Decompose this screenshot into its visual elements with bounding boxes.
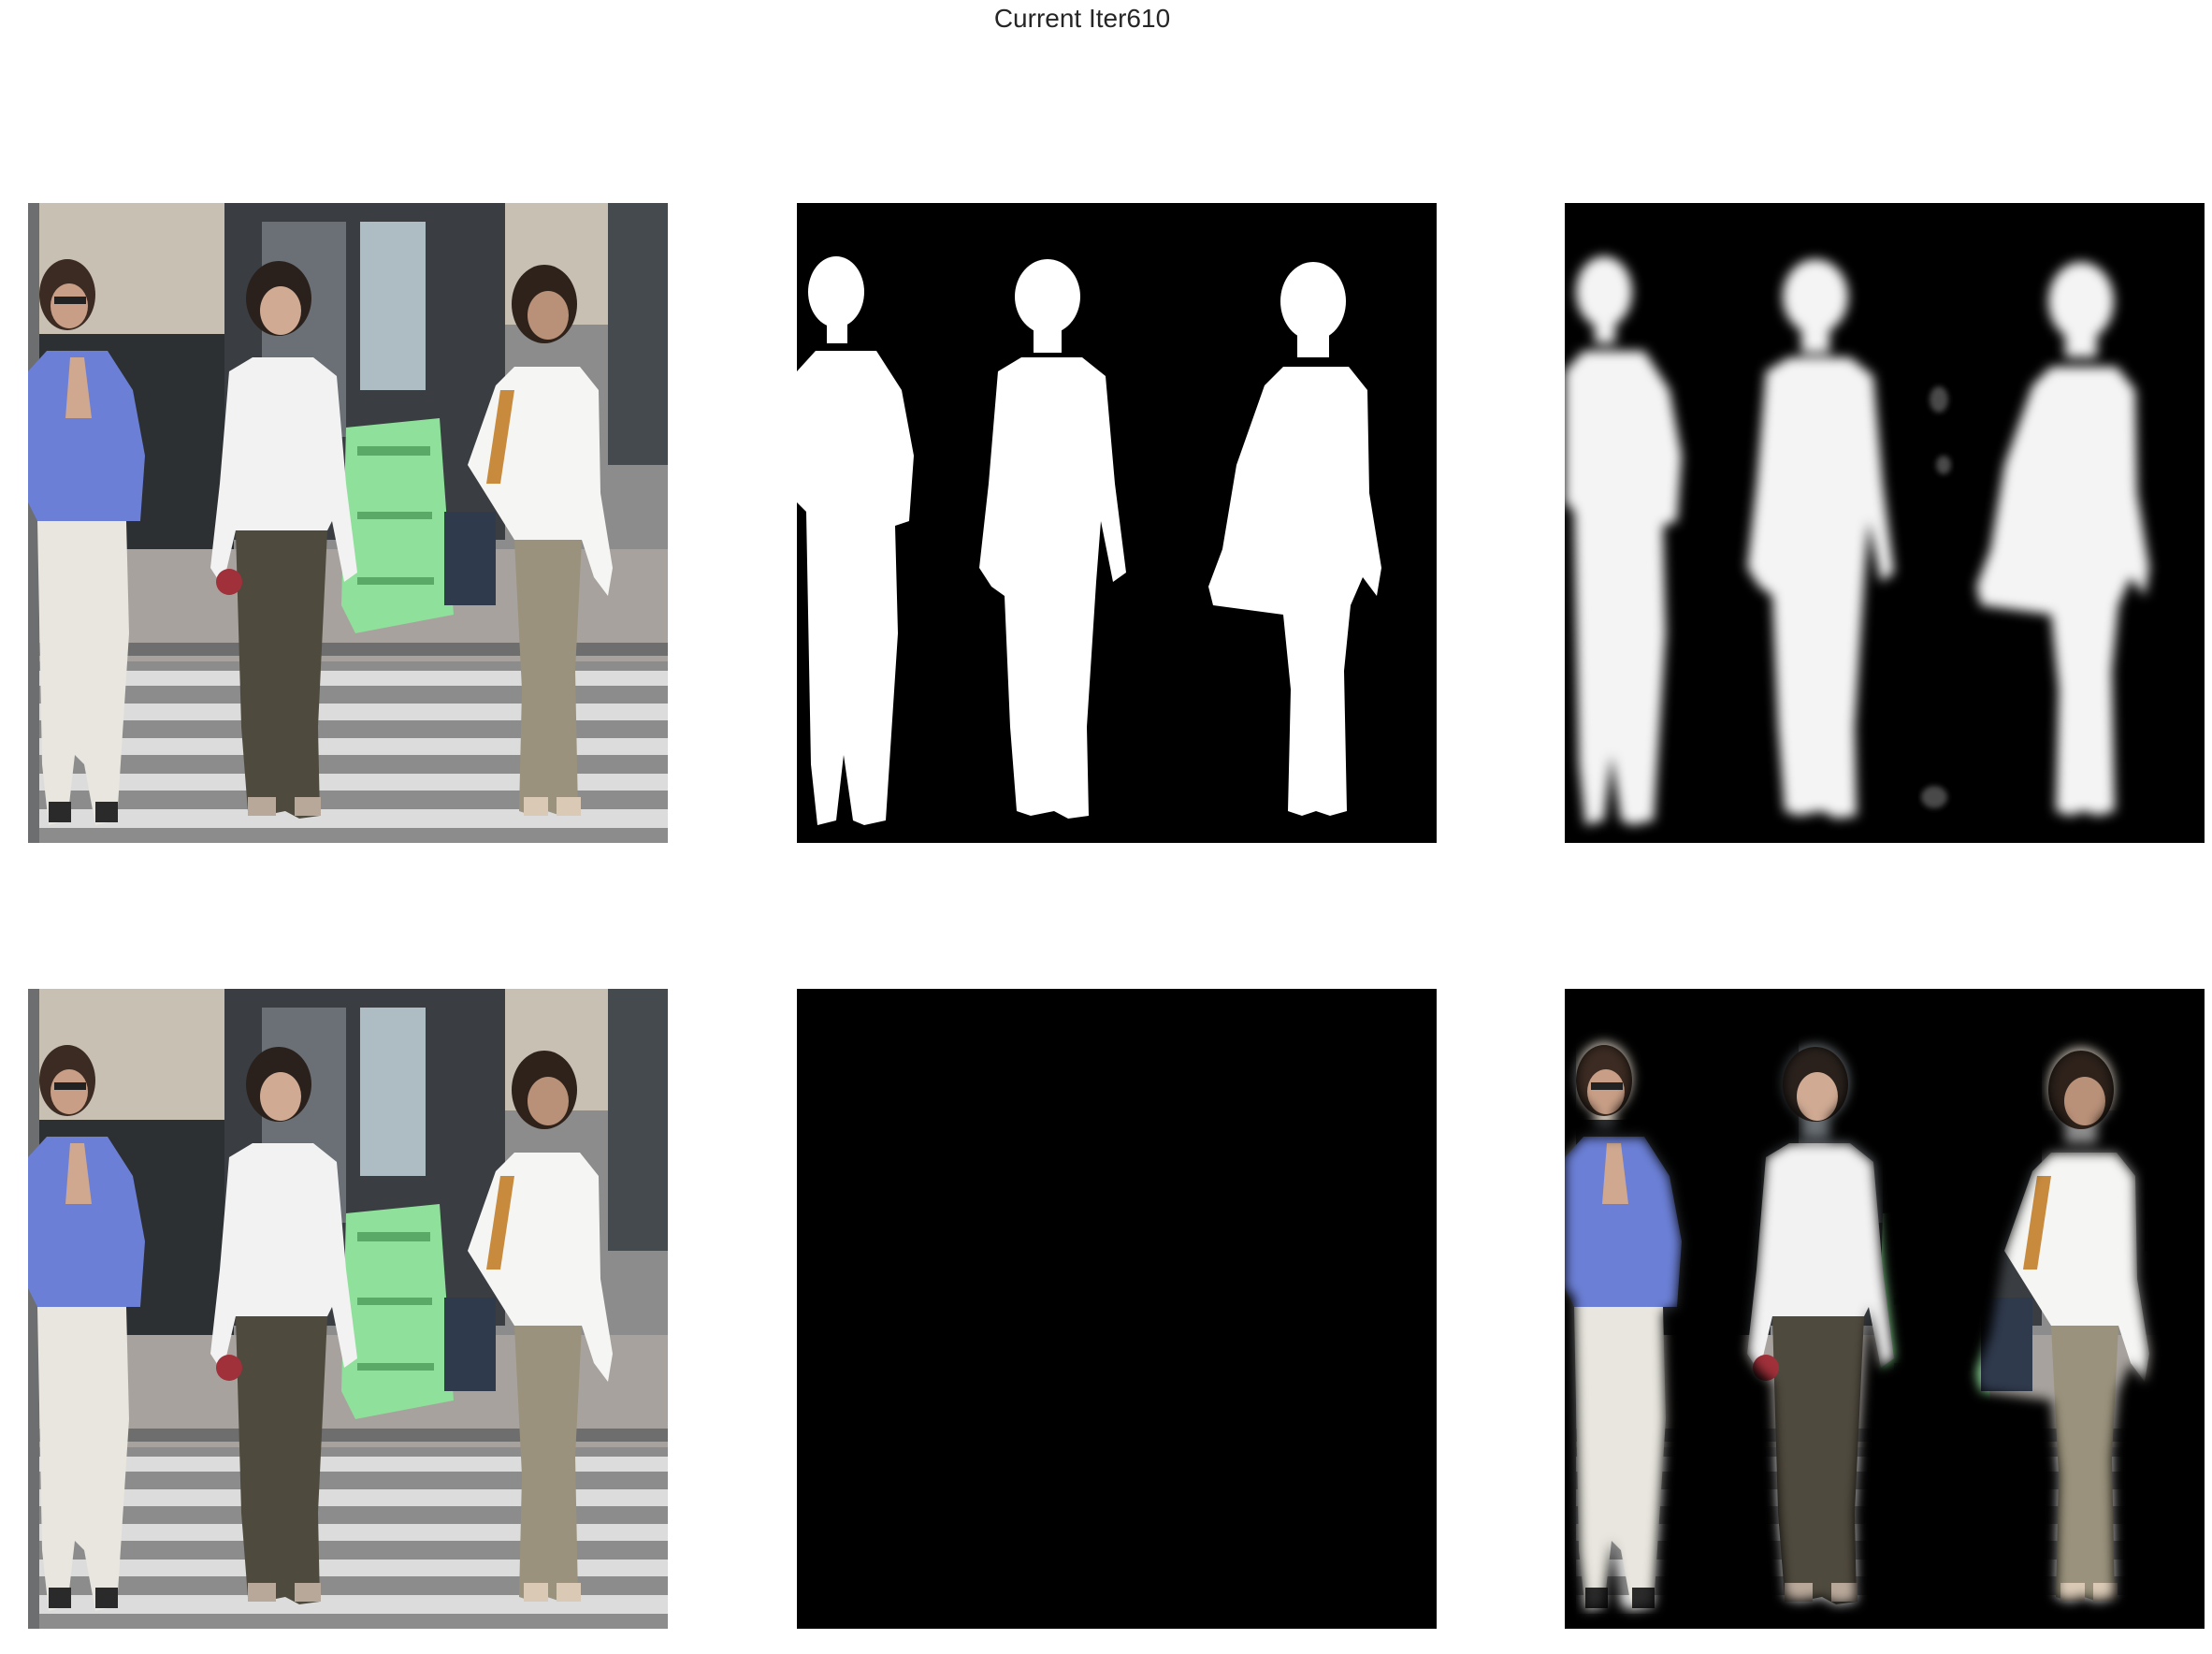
panel-ground-truth-masked-image xyxy=(797,989,1437,1629)
street-scene-photo xyxy=(28,989,668,1629)
panel-input-image-row1 xyxy=(28,203,668,843)
panel-predicted-mask xyxy=(1565,203,2205,843)
soft-masked-photo xyxy=(1565,989,2205,1629)
panel-predicted-masked-image xyxy=(1565,989,2205,1629)
street-scene-photo xyxy=(28,203,668,843)
figure-title: Current Iter610 xyxy=(993,4,1171,33)
masked-photo xyxy=(797,989,1437,1629)
soft-silhouette-mask xyxy=(1565,203,2205,843)
panel-ground-truth-mask xyxy=(797,203,1437,843)
binary-silhouette-mask xyxy=(797,203,1437,843)
panel-input-image-row2 xyxy=(28,989,668,1629)
